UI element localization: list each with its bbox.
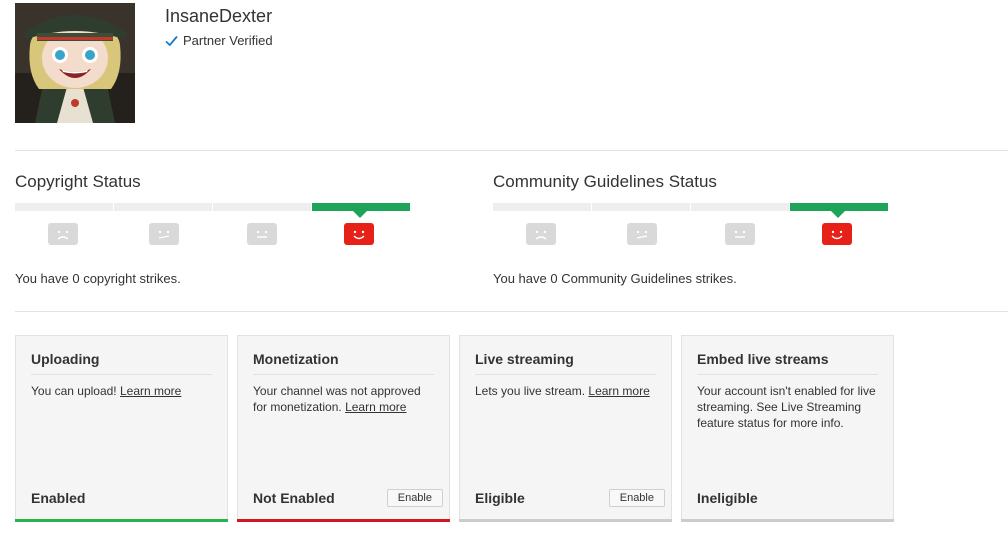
feature-card-uploading: Uploading You can upload! Learn more Ena…: [15, 335, 228, 522]
learn-more-link[interactable]: Learn more: [345, 400, 406, 414]
status-bar-gray: [459, 519, 672, 522]
community-strikes-text: You have 0 Community Guidelines strikes.: [493, 271, 737, 286]
learn-more-link[interactable]: Learn more: [588, 384, 649, 398]
status-segment-1: [493, 203, 591, 211]
card-description: Lets you live stream. Learn more: [475, 384, 650, 398]
verified-label: Partner Verified: [183, 33, 273, 48]
unhappy-face-icon: [149, 223, 179, 245]
sad-face-icon: [48, 223, 78, 245]
card-description: You can upload! Learn more: [31, 384, 182, 398]
enable-live-streaming-button[interactable]: Enable: [608, 489, 665, 507]
sad-face-icon: [526, 223, 556, 245]
card-status: Ineligible: [697, 490, 758, 506]
happy-face-icon: [344, 223, 374, 245]
status-bar-green: [15, 519, 228, 522]
card-title: Monetization: [253, 351, 434, 375]
status-segment-2: [114, 203, 212, 211]
status-bar-gray: [681, 519, 894, 522]
neutral-face-icon: [247, 223, 277, 245]
card-title: Uploading: [31, 351, 212, 375]
community-guidelines-status: Community Guidelines Status You have 0 C…: [493, 172, 913, 286]
card-status: Eligible: [475, 490, 525, 506]
card-title: Embed live streams: [697, 351, 878, 375]
divider: [15, 311, 1008, 312]
status-segment-4-active: [312, 203, 410, 218]
status-segment-2: [592, 203, 690, 211]
copyright-status-title: Copyright Status: [15, 172, 141, 191]
card-description: Your channel was not approved for moneti…: [253, 384, 421, 414]
status-segment-4-active: [790, 203, 888, 218]
unhappy-face-icon: [627, 223, 657, 245]
community-status-meter: [493, 203, 913, 263]
card-status: Enabled: [31, 490, 86, 506]
copyright-status-meter: [15, 203, 435, 263]
status-bar-red: [237, 519, 450, 522]
feature-card-monetization: Monetization Your channel was not approv…: [237, 335, 450, 522]
checkmark-icon: [165, 35, 178, 46]
divider: [15, 150, 1008, 151]
status-segment-1: [15, 203, 113, 211]
feature-card-embed-live-streams: Embed live streams Your account isn't en…: [681, 335, 894, 522]
copyright-status: Copyright Status You have 0 copyright st…: [15, 172, 435, 286]
card-title: Live streaming: [475, 351, 656, 375]
feature-card-live-streaming: Live streaming Lets you live stream. Lea…: [459, 335, 672, 522]
card-status: Not Enabled: [253, 490, 335, 506]
partner-verified-badge: Partner Verified: [165, 33, 273, 48]
community-status-title: Community Guidelines Status: [493, 172, 717, 191]
card-description: Your account isn't enabled for live stre…: [697, 384, 876, 430]
channel-avatar[interactable]: [15, 3, 135, 123]
learn-more-link[interactable]: Learn more: [120, 384, 181, 398]
status-segment-3: [213, 203, 311, 211]
status-segment-3: [691, 203, 789, 211]
copyright-strikes-text: You have 0 copyright strikes.: [15, 271, 181, 286]
channel-name: InsaneDexter: [165, 6, 273, 26]
enable-monetization-button[interactable]: Enable: [386, 489, 443, 507]
happy-face-icon: [822, 223, 852, 245]
neutral-face-icon: [725, 223, 755, 245]
